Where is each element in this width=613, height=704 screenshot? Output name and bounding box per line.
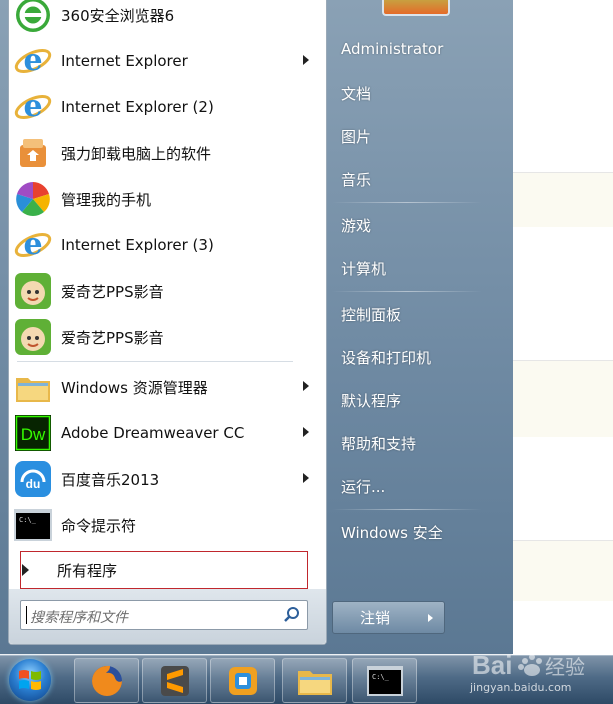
start-button[interactable] <box>9 659 51 701</box>
right-item-devices-printers[interactable]: 设备和打印机 <box>341 347 431 368</box>
internet-explorer-icon: e <box>13 225 53 265</box>
program-label: 360安全浏览器6 <box>61 6 175 25</box>
program-label: 命令提示符 <box>61 516 137 535</box>
submenu-arrow-icon[interactable] <box>303 381 309 391</box>
background-row <box>512 172 613 227</box>
all-programs-label: 所有程序 <box>57 561 118 580</box>
sublime-text-icon <box>160 665 189 696</box>
search-icon[interactable] <box>283 606 301 624</box>
right-item-computer[interactable]: 计算机 <box>341 258 386 279</box>
svg-text:C:\_: C:\_ <box>372 673 390 681</box>
program-label: Internet Explorer (2) <box>61 98 214 116</box>
pinned-divider <box>17 361 293 362</box>
right-item-windows-security[interactable]: Windows 安全 <box>341 522 443 543</box>
search-input[interactable]: 搜索程序和文件 <box>20 600 308 630</box>
taskbar-file-explorer[interactable] <box>282 658 347 703</box>
search-placeholder: 搜索程序和文件 <box>30 610 128 626</box>
expand-arrow-icon <box>22 564 29 576</box>
all-programs-button[interactable]: 所有程序 <box>20 551 308 589</box>
internet-explorer-icon: e <box>13 41 53 81</box>
background-row <box>512 360 613 437</box>
search-area: 搜索程序和文件 <box>9 589 326 644</box>
taskbar-command-prompt[interactable]: C:\_ <box>352 658 417 703</box>
program-item-baidu-music[interactable]: du 百度音乐2013 <box>11 456 323 502</box>
internet-explorer-icon: e <box>13 87 53 127</box>
program-label: 管理我的手机 <box>61 190 152 209</box>
svg-text:e: e <box>23 43 42 78</box>
program-item-command-prompt[interactable]: C:\_ 命令提示符 <box>11 502 323 548</box>
program-label: Adobe Dreamweaver CC <box>61 424 245 442</box>
command-prompt-icon: C:\_ <box>366 665 403 696</box>
program-item-iqiyi-pps-2[interactable]: 爱奇艺PPS影音 <box>11 314 323 360</box>
taskbar-firefox[interactable] <box>74 658 139 703</box>
baidu-music-icon: du <box>13 459 53 499</box>
program-label: 爱奇艺PPS影音 <box>61 328 164 347</box>
app-icon <box>228 666 257 695</box>
taskbar-sublime[interactable] <box>142 658 207 703</box>
program-item-phone-manager[interactable]: 管理我的手机 <box>11 176 323 222</box>
logoff-label: 注销 <box>359 609 390 627</box>
right-item-run[interactable]: 运行... <box>341 476 385 497</box>
submenu-arrow-icon[interactable] <box>303 55 309 65</box>
svg-text:C:\_: C:\_ <box>19 516 37 524</box>
program-item-internet-explorer-2[interactable]: e Internet Explorer (2) <box>11 84 323 130</box>
iqiyi-pps-icon <box>13 317 53 357</box>
right-item-games[interactable]: 游戏 <box>341 215 371 236</box>
right-item-pictures[interactable]: 图片 <box>341 126 371 147</box>
phone-manager-icon <box>13 179 53 219</box>
svg-text:e: e <box>23 227 42 262</box>
taskbar-app[interactable] <box>210 658 275 703</box>
submenu-arrow-icon[interactable] <box>303 473 309 483</box>
svg-text:Dw: Dw <box>21 425 46 444</box>
submenu-arrow-icon[interactable] <box>303 427 309 437</box>
right-item-administrator[interactable]: Administrator <box>341 40 443 58</box>
logoff-button[interactable]: 注销 <box>332 601 418 634</box>
right-item-default-programs[interactable]: 默认程序 <box>341 390 401 411</box>
text-caret <box>26 606 27 624</box>
watermark-url: jingyan.baidu.com <box>470 681 572 694</box>
user-avatar[interactable] <box>382 0 450 16</box>
shutdown-options-button[interactable] <box>417 601 445 634</box>
taskbar: C:\_ <box>0 655 613 704</box>
dreamweaver-icon: Dw <box>13 413 53 453</box>
programs-pane: 360安全浏览器6 e Internet Explorer e Internet… <box>8 0 327 645</box>
program-label: Windows 资源管理器 <box>61 378 208 397</box>
background-row <box>512 540 613 601</box>
firefox-icon <box>91 665 122 696</box>
program-item-internet-explorer[interactable]: e Internet Explorer <box>11 38 323 84</box>
program-item-uninstaller[interactable]: 强力卸载电脑上的软件 <box>11 130 323 176</box>
program-label: Internet Explorer <box>61 52 188 70</box>
right-item-documents[interactable]: 文档 <box>341 83 371 104</box>
program-item-360-browser[interactable]: 360安全浏览器6 <box>11 0 323 38</box>
program-label: Internet Explorer (3) <box>61 236 214 254</box>
program-item-dreamweaver[interactable]: Dw Adobe Dreamweaver CC <box>11 410 323 456</box>
iqiyi-pps-icon <box>13 271 53 311</box>
start-menu: 360安全浏览器6 e Internet Explorer e Internet… <box>0 0 513 654</box>
program-item-iqiyi-pps[interactable]: 爱奇艺PPS影音 <box>11 268 323 314</box>
svg-text:du: du <box>26 477 41 491</box>
right-divider <box>332 291 482 292</box>
program-item-windows-explorer[interactable]: Windows 资源管理器 <box>11 364 323 410</box>
right-item-music[interactable]: 音乐 <box>341 169 371 190</box>
right-divider <box>332 509 482 510</box>
program-item-internet-explorer-3[interactable]: e Internet Explorer (3) <box>11 222 323 268</box>
svg-text:e: e <box>23 89 42 124</box>
uninstaller-icon <box>13 133 53 173</box>
program-label: 爱奇艺PPS影音 <box>61 282 164 301</box>
windows-logo-icon <box>19 670 41 690</box>
right-item-control-panel[interactable]: 控制面板 <box>341 304 401 325</box>
browser-360-icon <box>13 0 53 35</box>
program-label: 强力卸载电脑上的软件 <box>61 144 212 163</box>
right-divider <box>332 202 482 203</box>
right-item-help-support[interactable]: 帮助和支持 <box>341 433 416 454</box>
command-prompt-icon: C:\_ <box>13 505 53 545</box>
program-label: 百度音乐2013 <box>61 470 160 489</box>
file-explorer-icon <box>297 670 332 695</box>
windows-explorer-icon <box>13 367 53 407</box>
chevron-right-icon <box>428 613 433 622</box>
